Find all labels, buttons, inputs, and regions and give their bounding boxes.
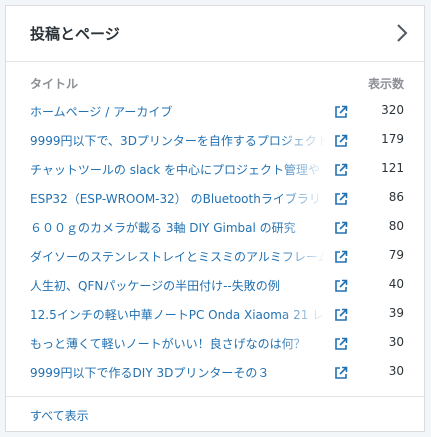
view-count: 179 [381, 132, 404, 146]
list-item: 人生初、QFNパッケージの半田付け--失敗の例 40 [6, 272, 424, 301]
list-item: 9999円以下で、3Dプリンターを自作するプロジェクト 179 [6, 127, 424, 156]
external-link-icon[interactable] [334, 134, 348, 148]
post-title-link[interactable]: 9999円以下で作るDIY 3Dプリンターその３ [30, 364, 326, 381]
external-link-icon[interactable] [334, 279, 348, 293]
view-count: 30 [388, 364, 404, 378]
view-count: 86 [388, 190, 404, 204]
list-item: ダイソーのステンレストレイとミスミのアルミフレーム 79 [6, 243, 424, 272]
post-title-link[interactable]: ６００ｇのカメラが載る 3軸 DIY Gimbal の研究 [30, 219, 326, 236]
list-item: 9999円以下で作るDIY 3Dプリンターその３ 30 [6, 359, 424, 388]
post-list: ホームページ / アーカイブ 320 9999円以下で、3Dプリンターを自作する… [6, 98, 424, 388]
external-link-icon[interactable] [334, 250, 348, 264]
post-title-link[interactable]: チャットツールの slack を中心にプロジェクト管理や [30, 161, 326, 178]
view-count: 79 [388, 248, 404, 262]
card-footer: すべて表示 [6, 396, 424, 432]
view-count: 121 [381, 161, 404, 175]
post-title-link[interactable]: ダイソーのステンレストレイとミスミのアルミフレーム [30, 248, 326, 265]
list-item: ESP32（ESP-WROOM-32） のBluetoothライブラリ 86 [6, 185, 424, 214]
posts-pages-card: 投稿とページ タイトル 表示数 ホームページ / アーカイブ 320 9999円… [5, 5, 425, 432]
view-count: 39 [388, 306, 404, 320]
post-title-link[interactable]: ホームページ / アーカイブ [30, 103, 326, 120]
card-title: 投稿とページ [30, 25, 120, 43]
chevron-right-icon[interactable] [396, 23, 408, 43]
list-item: チャットツールの slack を中心にプロジェクト管理や 121 [6, 156, 424, 185]
post-title-link[interactable]: もっと薄くて軽いノートがいい！良さげなのは何？ [30, 335, 326, 352]
post-title-link[interactable]: 人生初、QFNパッケージの半田付け--失敗の例 [30, 277, 326, 294]
list-item: もっと薄くて軽いノートがいい！良さげなのは何？ 30 [6, 330, 424, 359]
post-title-link[interactable]: ESP32（ESP-WROOM-32） のBluetoothライブラリ [30, 190, 326, 207]
view-count: 80 [388, 219, 404, 233]
column-header-views: 表示数 [367, 77, 404, 91]
external-link-icon[interactable] [334, 337, 348, 351]
external-link-icon[interactable] [334, 105, 348, 119]
external-link-icon[interactable] [334, 366, 348, 380]
view-count: 40 [388, 277, 404, 291]
external-link-icon[interactable] [334, 163, 348, 177]
view-count: 30 [388, 335, 404, 349]
card-header[interactable]: 投稿とページ [6, 6, 424, 62]
external-link-icon[interactable] [334, 221, 348, 235]
column-header-title: タイトル [30, 77, 79, 91]
post-title-link[interactable]: 9999円以下で、3Dプリンターを自作するプロジェクト [30, 132, 326, 149]
view-count: 320 [381, 103, 404, 117]
list-item: ６００ｇのカメラが載る 3軸 DIY Gimbal の研究 80 [6, 214, 424, 243]
external-link-icon[interactable] [334, 308, 348, 322]
post-title-link[interactable]: 12.5インチの軽い中華ノートPC Onda Xiaoma 21 レビュー [30, 306, 326, 323]
list-item: 12.5インチの軽い中華ノートPC Onda Xiaoma 21 レビュー 39 [6, 301, 424, 330]
external-link-icon[interactable] [334, 192, 348, 206]
list-item: ホームページ / アーカイブ 320 [6, 98, 424, 127]
view-all-link[interactable]: すべて表示 [30, 407, 89, 424]
